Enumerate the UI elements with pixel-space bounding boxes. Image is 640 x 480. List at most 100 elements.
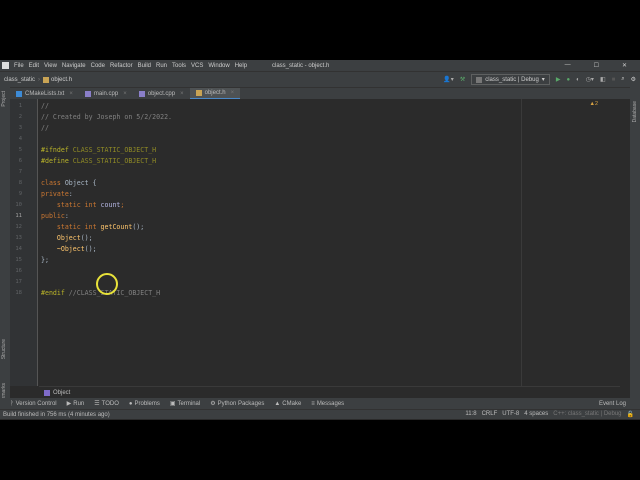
code-token: Object (64, 179, 89, 187)
code-token: : (68, 190, 73, 198)
run-config-select[interactable]: class_static | Debug ▾ (471, 74, 550, 85)
tool-todo[interactable]: ☰ TODO (94, 400, 119, 407)
language-context[interactable]: C++: class_static | Debug (553, 411, 621, 418)
tool-label: Messages (316, 400, 345, 407)
menu-refactor[interactable]: Refactor (110, 63, 133, 69)
editor-tabs: CMakeLists.txt × main.cpp × object.cpp × objec… (10, 87, 630, 100)
line-number: 1 (18, 103, 22, 109)
code-token: // (41, 102, 49, 110)
search-icon[interactable]: ⌕ (621, 76, 624, 83)
code-token: #define (41, 157, 73, 165)
tool-icon: ▲ (274, 400, 281, 407)
tool-version-control[interactable]: ᚹ Version Control (10, 401, 57, 407)
tab-label: object.h (204, 90, 226, 96)
tool-label: Problems (134, 400, 160, 407)
menu-code[interactable]: Code (91, 63, 105, 69)
file-icon (195, 90, 202, 96)
line-number: 12 (15, 224, 22, 230)
code-line: static int count; (41, 200, 125, 211)
settings-gear-icon[interactable]: ⚙ (631, 76, 636, 83)
left-tool-strip: Project Structure Bookmarks (0, 87, 10, 409)
stop-icon[interactable]: ■ (612, 77, 616, 83)
menu-window[interactable]: Window (208, 63, 229, 69)
tool-icon: ≡ (311, 400, 315, 407)
line-number: 18 (15, 290, 22, 296)
maximize-button[interactable]: ☐ (594, 62, 599, 69)
code-token: static int (41, 223, 101, 231)
app-logo-icon (2, 62, 9, 69)
menu-tools[interactable]: Tools (172, 63, 186, 69)
menu-run[interactable]: Run (156, 63, 167, 69)
file-encoding[interactable]: UTF-8 (502, 411, 519, 418)
tool-label: CMake (282, 400, 302, 407)
run-icon[interactable]: ▶ (556, 76, 561, 83)
profile-icon[interactable]: ◷▾ (586, 76, 594, 83)
project-tool-button[interactable]: Project (1, 91, 7, 107)
mouse-highlight-circle (96, 273, 118, 295)
code-token: getCount (100, 223, 133, 231)
close-window-button[interactable]: ✕ (622, 62, 627, 69)
event-log-button[interactable]: Event Log (599, 401, 626, 407)
code-line: public: (41, 211, 69, 222)
user-icon[interactable]: 👤▾ (443, 76, 453, 83)
menu-navigate[interactable]: Navigate (62, 63, 86, 69)
menu-view[interactable]: View (44, 63, 57, 69)
attach-icon[interactable]: ◧ (600, 76, 606, 83)
structure-tool-button[interactable]: Structure (1, 339, 7, 359)
code-token: CLASS_STATIC_OBJECT_H (72, 157, 157, 165)
tool-problems[interactable]: ● Problems (129, 401, 160, 407)
tab-label: CMakeLists.txt (25, 91, 65, 97)
code-line: #ifndef CLASS_STATIC_OBJECT_H (41, 145, 156, 156)
code-editor[interactable]: ▲2 // // Created by Joseph on 5/2/2022. //… (39, 99, 620, 386)
line-separator[interactable]: CRLF (482, 411, 498, 418)
tab-label: main.cpp (93, 91, 119, 97)
line-number: 4 (18, 136, 22, 142)
status-bar: Build finished in 756 ms (4 minutes ago)… (0, 409, 640, 419)
menu-build[interactable]: Build (138, 63, 151, 69)
tool-label: Terminal (177, 401, 201, 407)
close-tab-icon[interactable]: × (180, 91, 184, 97)
coverage-icon[interactable]: ◐ (576, 77, 580, 83)
code-token: ~Object (41, 245, 85, 253)
caret-position[interactable]: 11:8 (465, 411, 476, 418)
close-tab-icon[interactable]: × (69, 91, 73, 97)
tool-run[interactable]: ▶ Run (67, 400, 85, 407)
warning-count[interactable]: ▲2 (589, 101, 598, 107)
menu-file[interactable]: File (14, 63, 24, 69)
tool-python-packages[interactable]: ⚙ Python Packages (210, 400, 264, 407)
status-message[interactable]: Build finished in 756 ms (4 minutes ago) (3, 412, 110, 418)
ide-window: File Edit View Navigate Code Refactor Build Run… (0, 60, 640, 420)
menu-vcs[interactable]: VCS (191, 63, 203, 69)
nav-file[interactable]: object.h (51, 77, 72, 83)
close-tab-icon[interactable]: × (231, 90, 235, 96)
right-margin-guide (521, 99, 522, 386)
breadcrumb-class[interactable]: Object (53, 390, 70, 396)
build-hammer-icon[interactable]: ⚒ (460, 76, 465, 83)
minimize-button[interactable]: — (565, 62, 571, 69)
code-token: #endif (41, 289, 69, 297)
indent-setting[interactable]: 4 spaces (524, 411, 548, 418)
tool-terminal[interactable]: ▣ Terminal (170, 400, 200, 407)
tool-icon: ▣ (169, 401, 176, 407)
database-tool-button[interactable]: Database (632, 101, 638, 122)
tool-messages[interactable]: ≡ Messages (311, 401, 344, 407)
menu-bar: File Edit View Navigate Code Refactor Build Run… (0, 60, 640, 71)
nav-project[interactable]: class_static (4, 77, 35, 83)
tool-cmake[interactable]: ▲ CMake (274, 401, 301, 407)
line-number: 16 (15, 268, 22, 274)
line-number: 17 (15, 279, 22, 285)
tool-window-bar: ᚹ Version Control ▶ Run ☰ TODO ● Problems ▣ Termi… (0, 398, 640, 409)
debug-icon[interactable]: ● (566, 77, 570, 83)
menu-help[interactable]: Help (235, 63, 247, 69)
file-icon (84, 91, 91, 97)
menu-edit[interactable]: Edit (29, 63, 39, 69)
run-config-label: class_static | Debug (485, 76, 539, 83)
window-title: class_static - object.h (272, 62, 330, 69)
line-number: 5 (18, 147, 22, 153)
line-number: 15 (15, 257, 22, 263)
right-tool-strip: Database (630, 87, 640, 409)
line-number: 11 (15, 213, 22, 219)
lock-icon[interactable]: 🔓 (627, 411, 634, 418)
code-token: count (100, 201, 121, 209)
close-tab-icon[interactable]: × (123, 91, 127, 97)
